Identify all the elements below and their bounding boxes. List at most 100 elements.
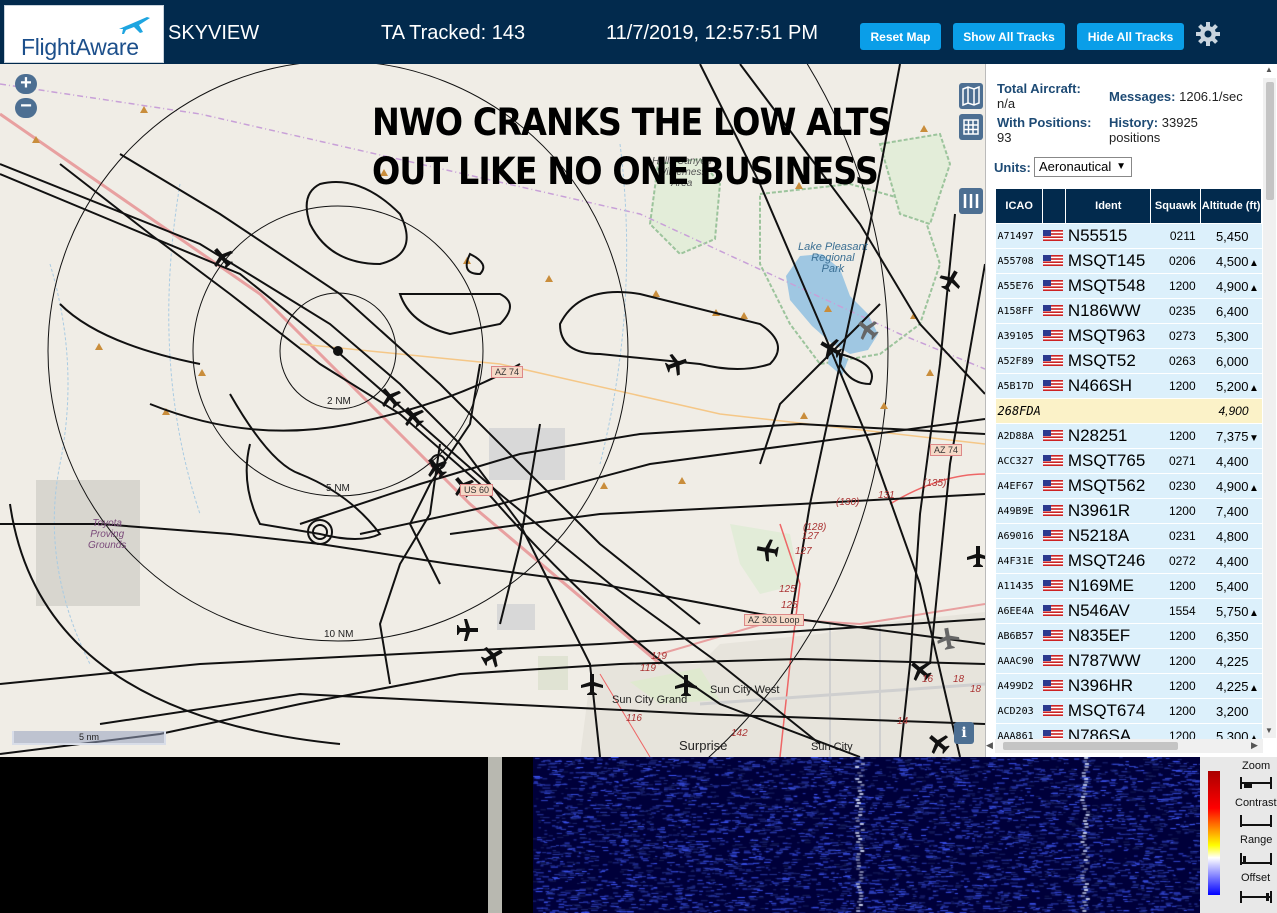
cell-icao: ACC327 <box>995 448 1043 474</box>
table-row[interactable]: A55708 MSQT145 0206 4,500▲ <box>995 248 1262 274</box>
cell-squawk: 0211 <box>1150 223 1201 249</box>
column-header-squawk[interactable]: Squawk <box>1150 188 1202 224</box>
us-flag-icon <box>1042 480 1063 492</box>
table-row[interactable]: A55E76 MSQT548 1200 4,900▲ <box>995 273 1262 299</box>
table-row[interactable]: A2D88A N28251 1200 7,375▼ <box>995 423 1262 449</box>
table-row[interactable]: 268FDA 4,900 <box>995 398 1262 424</box>
cell-altitude: 4,900 <box>1200 398 1262 424</box>
horizontal-scroll-thumb[interactable] <box>1003 742 1178 750</box>
contrast-slider[interactable] <box>1240 813 1272 829</box>
map-layers-button[interactable] <box>959 83 983 109</box>
cell-flag <box>1042 273 1066 299</box>
route-number: 16 <box>922 674 934 685</box>
zoom-out-button[interactable]: − <box>15 96 37 118</box>
cell-altitude: 3,200 <box>1200 698 1262 724</box>
table-row[interactable]: A4F31E MSQT246 0272 4,400 <box>995 548 1262 574</box>
us-flag-icon <box>1042 630 1063 642</box>
total-aircraft-value: n/a <box>997 96 1016 111</box>
info-button[interactable]: i <box>954 722 974 744</box>
cell-altitude: 4,225 <box>1200 648 1262 674</box>
route-number: 18 <box>970 684 982 695</box>
altitude-value: 4,900 <box>1215 478 1249 494</box>
scroll-up-icon[interactable]: ▲ <box>1265 65 1273 74</box>
table-row[interactable]: A499D2 N396HR 1200 4,225▲ <box>995 673 1262 699</box>
column-header-icao[interactable]: ICAO <box>994 188 1044 224</box>
units-selected-value: Aeronautical <box>1039 159 1112 174</box>
altitude-value: 4,400 <box>1215 453 1249 469</box>
cell-squawk: 0230 <box>1150 473 1201 499</box>
zoom-in-button[interactable]: + <box>15 73 37 94</box>
waterfall-divider <box>488 757 502 913</box>
table-row[interactable]: A69016 N5218A 0231 4,800 <box>995 523 1262 549</box>
scroll-down-icon[interactable]: ▼ <box>1265 726 1273 735</box>
table-row[interactable]: AAAC90 N787WW 1200 4,225 <box>995 648 1262 674</box>
route-number: 127 <box>802 531 819 542</box>
table-row[interactable]: A158FF N186WW 0235 6,400 <box>995 298 1262 324</box>
us-flag-icon <box>1042 380 1063 392</box>
column-header-altitude[interactable]: Altitude (ft) <box>1200 188 1262 224</box>
gear-icon[interactable] <box>1195 21 1221 47</box>
table-row[interactable]: AB6B57 N835EF 1200 6,350 <box>995 623 1262 649</box>
reset-map-button[interactable]: Reset Map <box>860 23 941 50</box>
map-view[interactable]: AZ 74 AZ 74 US 60 AZ 303 Loop 2 NM 5 NM … <box>0 64 985 757</box>
altitude-value: 5,200 <box>1215 378 1249 394</box>
cell-flag <box>1042 348 1066 374</box>
zoom-slider[interactable] <box>1240 775 1272 791</box>
total-aircraft-stat: Total Aircraft: <box>997 81 1081 96</box>
cell-flag <box>1042 498 1066 524</box>
cell-icao: A49B9E <box>995 498 1043 524</box>
altitude-value: 4,900 <box>1215 278 1249 294</box>
altitude-value: 4,500 <box>1215 253 1249 269</box>
table-row[interactable]: A4EF67 MSQT562 0230 4,900▲ <box>995 473 1262 499</box>
us-flag-icon <box>1042 230 1063 242</box>
table-row[interactable]: A11435 N169ME 1200 5,400 <box>995 573 1262 599</box>
tracked-count: TA Tracked: 143 <box>381 22 526 44</box>
column-header-ident[interactable]: Ident <box>1065 188 1152 224</box>
table-row[interactable]: A71497 N55515 0211 5,450 <box>995 223 1262 249</box>
cell-squawk: 1200 <box>1150 373 1201 399</box>
us-flag-icon <box>1042 555 1063 567</box>
vertical-scroll-thumb[interactable] <box>1266 82 1274 200</box>
cell-altitude: 4,400 <box>1200 448 1262 474</box>
altitude-value: 4,225 <box>1215 653 1249 669</box>
scroll-right-icon[interactable]: ▶ <box>1251 740 1258 751</box>
cell-icao: A55E76 <box>995 273 1043 299</box>
table-row[interactable]: A6EE4A N546AV 1554 5,750▲ <box>995 598 1262 624</box>
cell-icao: A4F31E <box>995 548 1043 574</box>
hide-all-tracks-button[interactable]: Hide All Tracks <box>1077 23 1184 50</box>
us-flag-icon <box>1042 505 1063 517</box>
grid-toggle-button[interactable] <box>959 114 983 140</box>
altitude-trend-icon: ▲ <box>1249 682 1259 694</box>
column-header-flag[interactable] <box>1042 188 1067 224</box>
cell-squawk: 1200 <box>1150 498 1201 524</box>
altitude-value: 5,400 <box>1215 578 1249 594</box>
range-slider[interactable] <box>1240 851 1272 867</box>
cell-squawk: 0271 <box>1150 448 1201 474</box>
units-select[interactable]: Aeronautical ▼ <box>1034 157 1132 177</box>
history-unit: positions <box>1109 130 1161 145</box>
scale-bar: 5 nm <box>12 731 166 745</box>
cell-ident: N28251 <box>1065 423 1151 449</box>
app-title: SKYVIEW <box>168 22 260 44</box>
table-row[interactable]: A52F89 MSQT52 0263 6,000 <box>995 348 1262 374</box>
table-row[interactable]: ACD203 MSQT674 1200 3,200 <box>995 698 1262 724</box>
cell-altitude: 6,400 <box>1200 298 1262 324</box>
cell-squawk: 0235 <box>1150 298 1201 324</box>
cell-ident: N546AV <box>1065 598 1151 624</box>
cell-altitude: 6,000 <box>1200 348 1262 374</box>
table-row[interactable]: A39105 MSQT963 0273 5,300 <box>995 323 1262 349</box>
units-label: Units: <box>994 160 1031 175</box>
scroll-left-icon[interactable]: ◀ <box>986 740 993 751</box>
show-all-tracks-button[interactable]: Show All Tracks <box>953 23 1065 50</box>
flightaware-logo[interactable]: FlightAware <box>4 5 164 63</box>
table-row[interactable]: A5B17D N466SH 1200 5,200▲ <box>995 373 1262 399</box>
cell-flag <box>1042 523 1066 549</box>
route-number: 125 <box>781 600 798 611</box>
table-row[interactable]: A49B9E N3961R 1200 7,400 <box>995 498 1262 524</box>
route-number: 119 <box>640 663 656 674</box>
us-flag-icon <box>1042 705 1063 717</box>
columns-toggle-button[interactable] <box>959 188 983 214</box>
table-row[interactable]: ACC327 MSQT765 0271 4,400 <box>995 448 1262 474</box>
waterfall-spectrogram[interactable] <box>533 757 1200 913</box>
offset-slider[interactable] <box>1240 889 1272 905</box>
